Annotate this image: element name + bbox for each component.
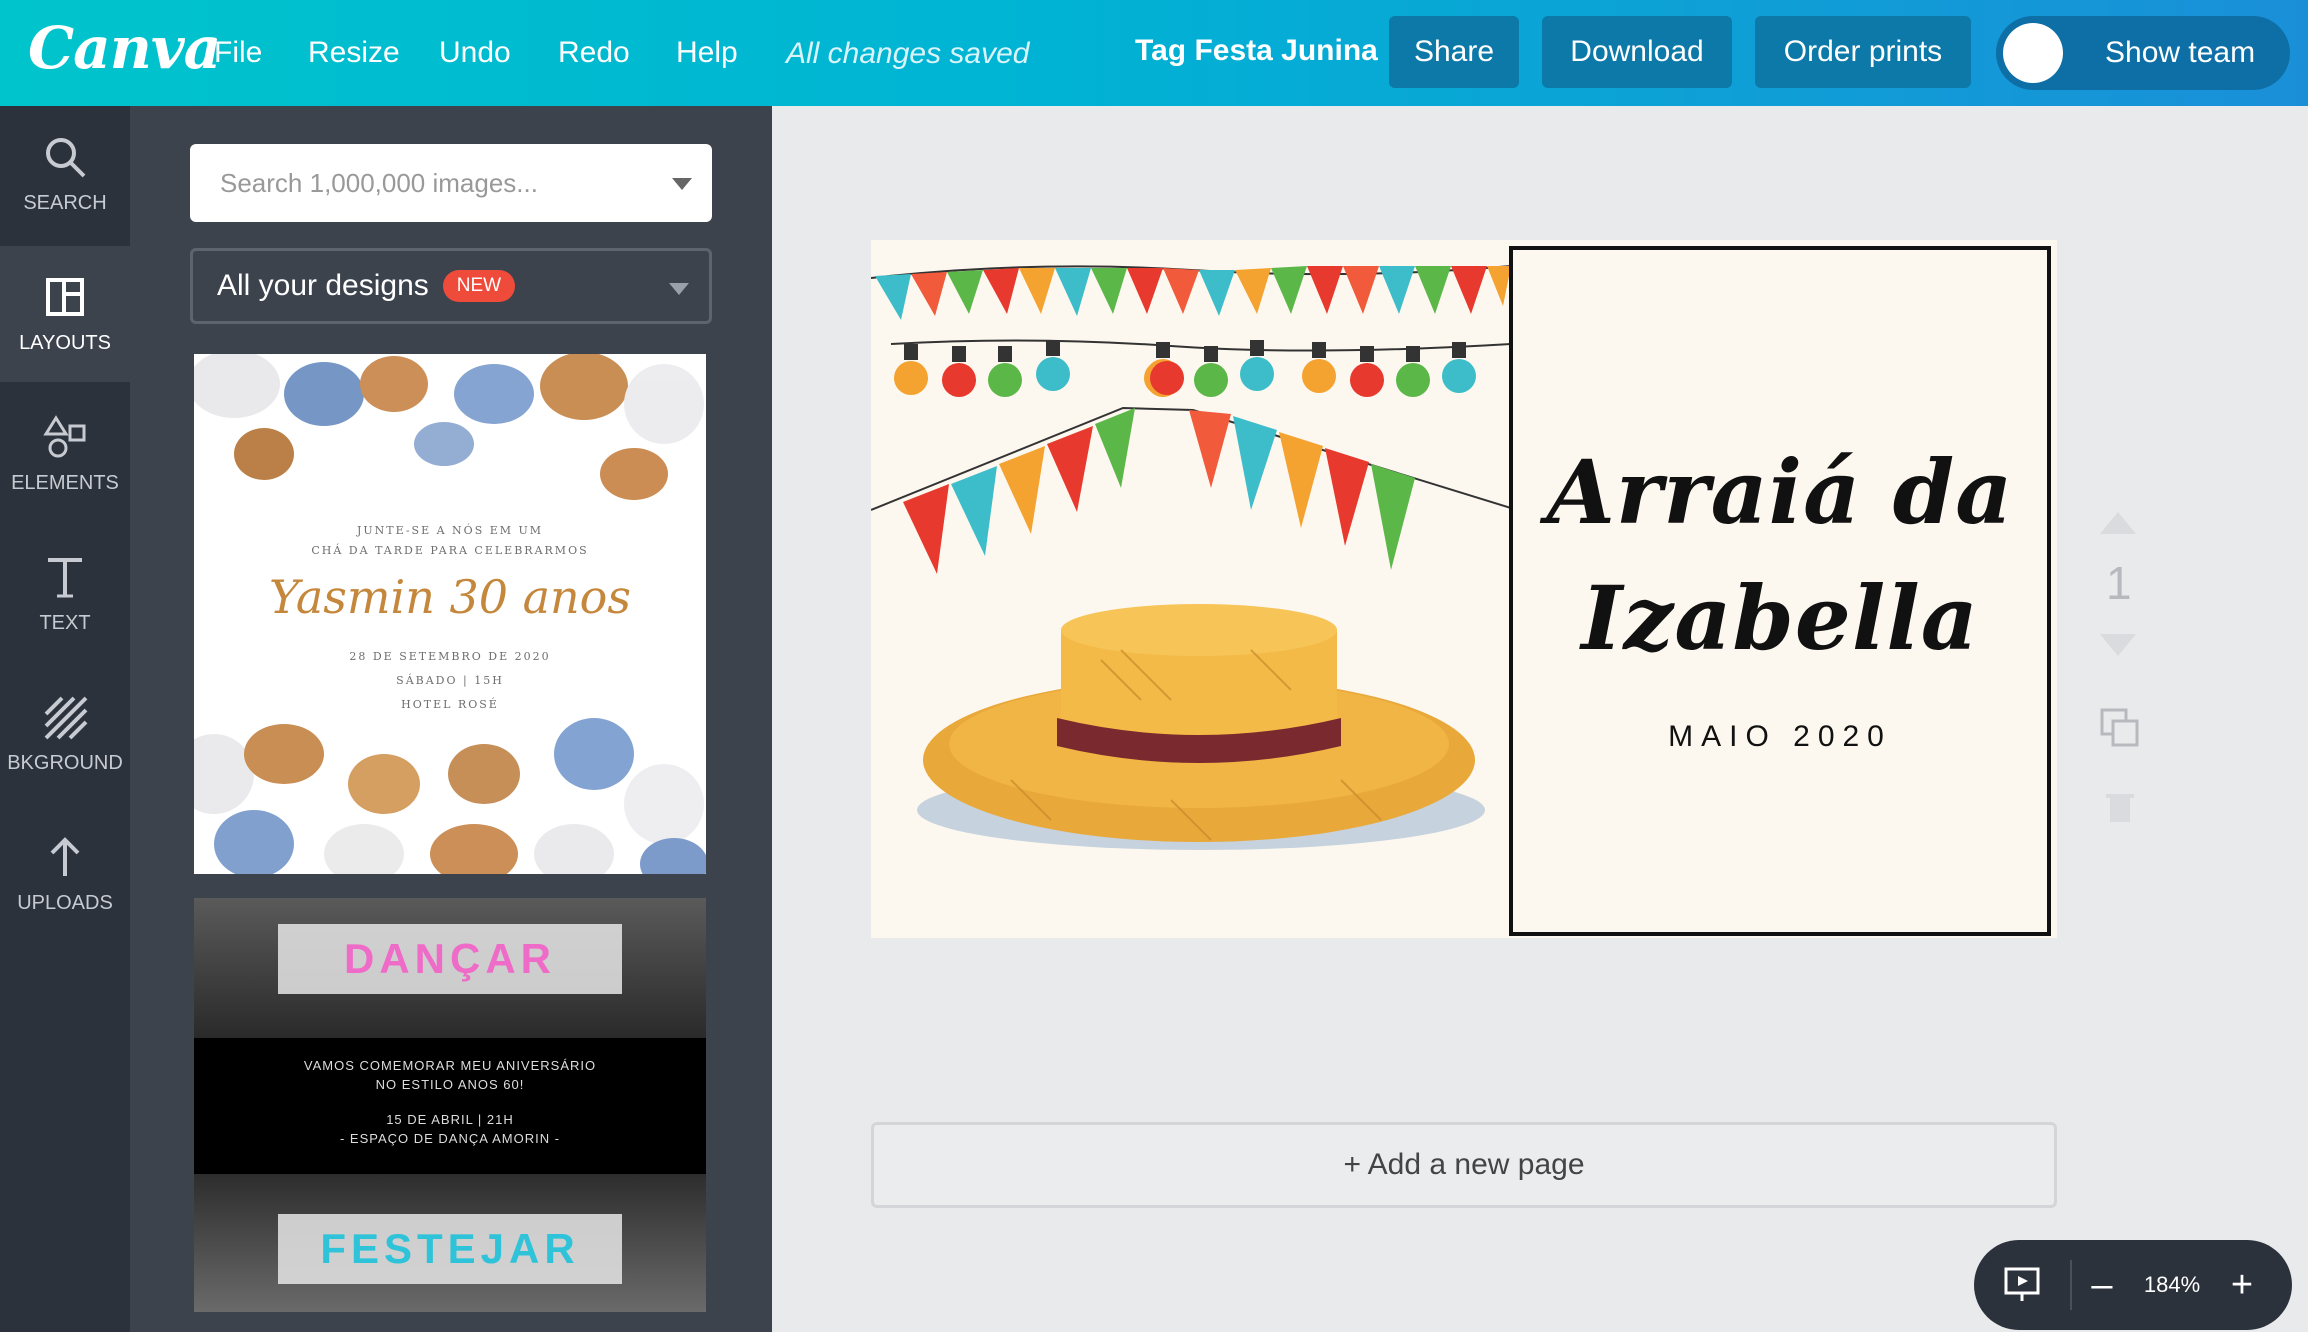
menu-redo[interactable]: Redo	[558, 36, 630, 70]
text-icon	[42, 554, 88, 600]
search-icon	[42, 134, 88, 180]
template1-date: 28 DE SETEMBRO DE 2020	[349, 650, 551, 663]
zoom-controls: – 184% +	[1974, 1240, 2292, 1330]
straw-hat-illustration	[917, 604, 1485, 850]
toggle-knob	[2003, 23, 2063, 83]
rail-item-text[interactable]: TEXT	[0, 526, 130, 662]
move-page-up-icon[interactable]	[2100, 512, 2136, 534]
template-thumbnail-floral[interactable]: JUNTE-SE A NÓS EM UM CHÁ DA TARDE PARA C…	[194, 354, 706, 874]
rail-label-elements: ELEMENTS	[11, 471, 119, 494]
zoom-in-button[interactable]: +	[2212, 1264, 2272, 1307]
rail-item-search[interactable]: SEARCH	[0, 106, 130, 242]
rail-item-elements[interactable]: ELEMENTS	[0, 386, 130, 522]
bunting-flags-large	[903, 408, 1415, 574]
search-input[interactable]	[220, 167, 650, 199]
background-pattern-icon	[42, 694, 88, 740]
template2-line4: - ESPAÇO DE DANÇA AMORIN -	[339, 1131, 561, 1146]
rail-label-uploads: UPLOADS	[17, 891, 113, 914]
template2-line3: 15 DE ABRIL | 21H	[386, 1112, 514, 1127]
zoom-level[interactable]: 184%	[2132, 1272, 2212, 1298]
menu-resize[interactable]: Resize	[308, 36, 400, 70]
design-title-line1[interactable]: Arraiá da	[1513, 440, 2047, 544]
show-team-label: Show team	[2105, 36, 2256, 69]
new-badge: NEW	[442, 270, 516, 302]
download-button[interactable]: Download	[1542, 16, 1732, 88]
template2-bottom-word: FESTEJAR	[278, 1214, 622, 1284]
rail-label-layouts: LAYOUTS	[19, 331, 111, 354]
upload-arrow-icon	[42, 834, 88, 880]
document-title[interactable]: Tag Festa Junina	[1135, 34, 1378, 68]
chevron-down-icon[interactable]	[672, 178, 692, 190]
template2-line2: NO ESTILO ANOS 60!	[375, 1077, 525, 1092]
template2-top-word: DANÇAR	[278, 924, 622, 994]
template1-line2: CHÁ DA TARDE PARA CELEBRARMOS	[311, 544, 589, 557]
title-frame[interactable]: Arraiá da Izabella MAIO 2020	[1509, 246, 2051, 936]
rail-label-search: SEARCH	[23, 191, 107, 214]
template1-place: HOTEL ROSÉ	[401, 698, 499, 711]
move-page-down-icon[interactable]	[2100, 634, 2136, 656]
template2-line1: VAMOS COMEMORAR MEU ANIVERSÁRIO	[303, 1058, 597, 1073]
duplicate-page-icon[interactable]	[2100, 708, 2140, 748]
menu-file[interactable]: File	[214, 36, 262, 70]
rail-label-text: TEXT	[39, 611, 91, 634]
delete-page-icon[interactable]	[2104, 788, 2136, 824]
rail-item-uploads[interactable]: UPLOADS	[0, 806, 130, 942]
shapes-icon	[42, 414, 88, 460]
template1-name: Yasmin 30 anos	[269, 570, 631, 624]
template-thumbnail-dance[interactable]: DANÇAR VAMOS COMEMORAR MEU ANIVERSÁRIO N…	[194, 898, 706, 1312]
photo-band-bottom: FESTEJAR	[194, 1174, 706, 1312]
bunting-flags-top	[875, 266, 1511, 320]
left-icon-rail: SEARCH LAYOUTS ELEMENTS TEXT BKGROUND UP…	[0, 106, 130, 1332]
rail-item-layouts[interactable]: LAYOUTS	[0, 246, 130, 382]
design-subtitle[interactable]: MAIO 2020	[1513, 720, 2047, 754]
designs-dropdown[interactable]: All your designs NEW	[190, 248, 712, 324]
design-title-line2[interactable]: Izabella	[1513, 566, 2047, 670]
show-team-toggle[interactable]: Show team	[1996, 16, 2290, 90]
menu-undo[interactable]: Undo	[439, 36, 511, 70]
layouts-icon	[42, 274, 88, 320]
design-page[interactable]: Arraiá da Izabella MAIO 2020	[871, 240, 2057, 938]
chevron-down-icon	[669, 283, 689, 295]
image-search-box[interactable]	[190, 144, 712, 222]
menu-help[interactable]: Help	[676, 36, 738, 70]
rail-item-background[interactable]: BKGROUND	[0, 666, 130, 802]
order-prints-button[interactable]: Order prints	[1755, 16, 1971, 88]
canva-logo[interactable]: Canva	[28, 14, 221, 82]
share-button[interactable]: Share	[1389, 16, 1519, 88]
festa-junina-illustration[interactable]	[871, 240, 1511, 938]
designs-dropdown-label: All your designs	[217, 269, 429, 302]
photo-band-top: DANÇAR	[194, 898, 706, 1038]
rail-label-background: BKGROUND	[7, 751, 123, 774]
template2-details: VAMOS COMEMORAR MEU ANIVERSÁRIO NO ESTIL…	[194, 1038, 706, 1174]
template1-time: SÁBADO | 15H	[396, 674, 504, 687]
layouts-panel: All your designs NEW	[130, 106, 772, 1332]
zoom-out-button[interactable]: –	[2072, 1264, 2132, 1307]
top-bar: Canva File Resize Undo Redo Help All cha…	[0, 0, 2308, 106]
save-status: All changes saved	[786, 37, 1030, 70]
add-page-button[interactable]: + Add a new page	[871, 1122, 2057, 1208]
template1-line1: JUNTE-SE A NÓS EM UM	[356, 524, 544, 537]
page-number: 1	[2106, 557, 2132, 609]
present-icon[interactable]	[1974, 1240, 2070, 1330]
